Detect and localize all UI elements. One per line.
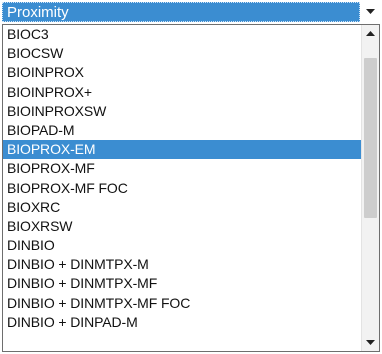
- dropdown-list[interactable]: BIOC3 BIOCSW BIOINPROX BIOINPROX+ BIOINPROXS…: [2, 24, 380, 352]
- dropdown-option[interactable]: DINBIO + DINMTPX-MF FOC: [3, 294, 361, 313]
- dropdown-option[interactable]: BIOINPROX: [3, 63, 361, 82]
- chevron-up-icon: [366, 30, 375, 36]
- select-field[interactable]: Proximity: [2, 1, 380, 23]
- scroll-up-button[interactable]: [362, 25, 379, 42]
- dropdown-option[interactable]: BIOPROX-MF FOC: [3, 179, 361, 198]
- vertical-scrollbar[interactable]: [361, 25, 379, 351]
- dropdown-option[interactable]: BIOPROX-EM: [3, 140, 361, 160]
- options-list: BIOC3 BIOCSW BIOINPROX BIOINPROX+ BIOINPROXS…: [3, 25, 361, 351]
- dropdown-option[interactable]: DINBIO + DINMTPX-M: [3, 255, 361, 274]
- dropdown-option[interactable]: BIOINPROX+: [3, 83, 361, 102]
- scroll-down-button[interactable]: [362, 334, 379, 351]
- dropdown-combobox[interactable]: Proximity BIOC3 BIOCSW BIOINPROX BIOINPROX+…: [0, 0, 382, 354]
- scroll-thumb[interactable]: [364, 58, 377, 219]
- dropdown-option[interactable]: DINBIO + DINMTPX-MF: [3, 274, 361, 293]
- dropdown-option[interactable]: DINBIO: [3, 236, 361, 255]
- dropdown-option[interactable]: DINBIO + DINPAD-M: [3, 313, 361, 332]
- dropdown-option[interactable]: BIOC3: [3, 25, 361, 44]
- dropdown-option[interactable]: BIOPAD-M: [3, 121, 361, 140]
- dropdown-option[interactable]: BIOXRSW: [3, 217, 361, 236]
- dropdown-option[interactable]: BIOCSW: [3, 44, 361, 63]
- dropdown-option[interactable]: BIOPROX-MF: [3, 159, 361, 178]
- selected-value[interactable]: Proximity: [2, 2, 360, 22]
- dropdown-option[interactable]: BIOXRC: [3, 198, 361, 217]
- chevron-down-icon: [366, 339, 375, 345]
- dropdown-option[interactable]: BIOINPROXSW: [3, 102, 361, 121]
- chevron-down-icon[interactable]: [360, 2, 380, 22]
